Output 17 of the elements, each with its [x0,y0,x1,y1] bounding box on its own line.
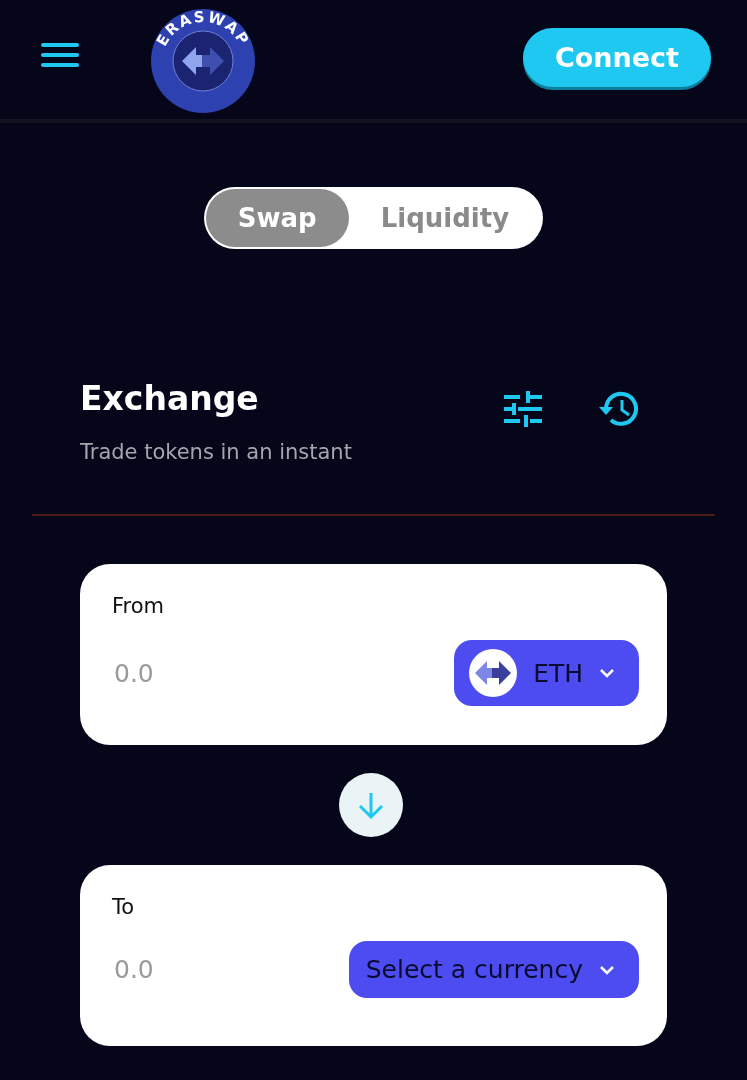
amount-input[interactable]: 0.0 [112,657,455,689]
amount-input[interactable]: 0.0 [112,954,349,985]
exchange-subtitle: Trade tokens in an instant [80,440,353,464]
tab[interactable]: Liquidity [348,189,542,247]
card-label: To [112,895,136,919]
currency-select-button[interactable]: Select a currency [348,941,639,998]
chevron-icon [599,668,615,678]
menu-icon[interactable] [41,42,79,67]
token-select-button[interactable]: ETH [454,640,639,706]
settings-icon[interactable] [504,391,542,427]
token-icon [469,649,518,697]
connect-button[interactable]: Connect [522,28,711,87]
tab[interactable]: Swap [205,189,349,247]
card-label: From [112,594,166,618]
history-icon[interactable] [598,390,640,428]
exchange-title: Exchange [80,379,260,418]
chevron-icon [599,964,615,975]
